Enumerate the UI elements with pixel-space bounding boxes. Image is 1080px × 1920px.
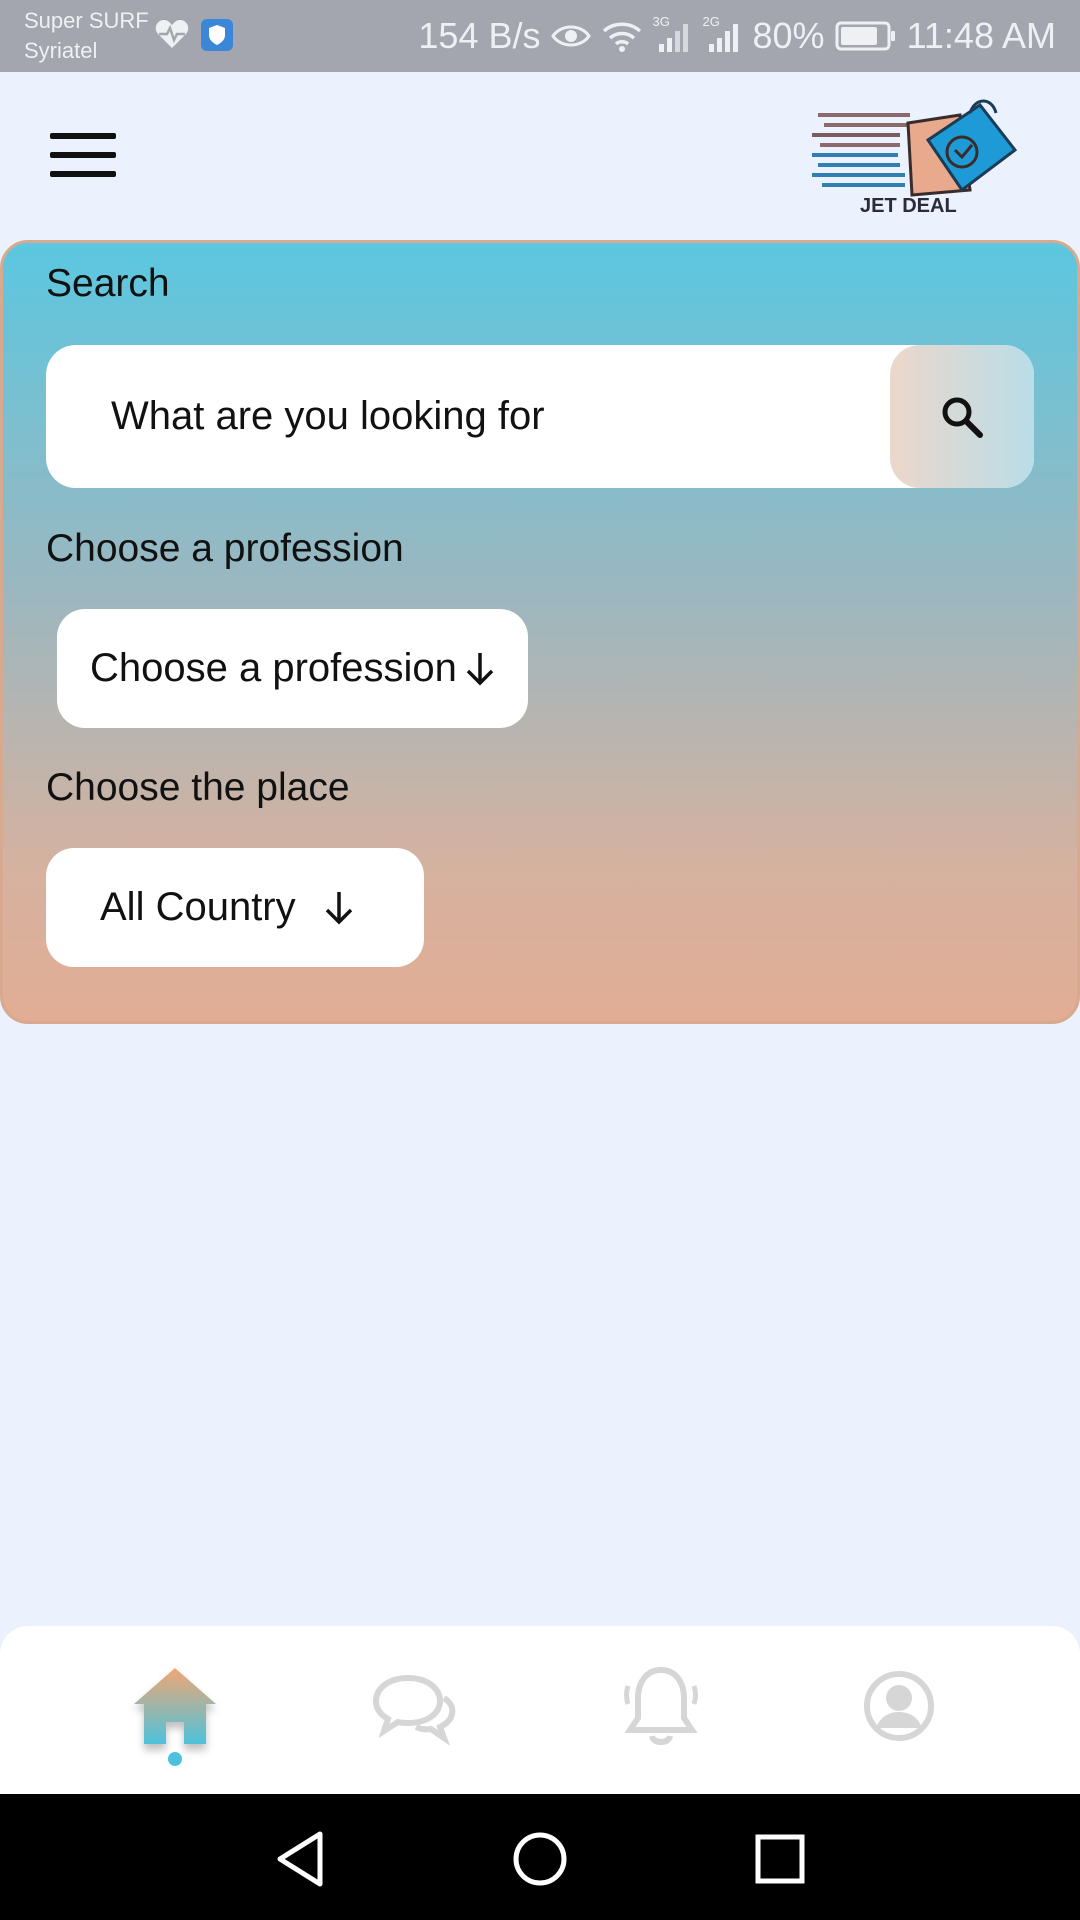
menu-button[interactable]	[48, 130, 120, 182]
recents-button[interactable]	[745, 1824, 815, 1894]
carrier-info: Super SURF Syriatel	[24, 6, 149, 66]
profession-selected: Choose a profession	[90, 646, 457, 690]
status-bar: Super SURF Syriatel 154 B/s 3G 2G 80% 11…	[0, 0, 1080, 72]
shield-app-icon	[200, 18, 234, 57]
hamburger-menu-icon	[50, 133, 116, 139]
logo-text: JET DEAL	[860, 195, 957, 217]
recents-square-icon	[755, 1834, 805, 1884]
battery-percent: 80%	[752, 15, 825, 56]
nav-profile[interactable]	[844, 1656, 954, 1766]
carrier-name: Super SURF	[24, 8, 149, 33]
battery-icon	[835, 21, 897, 51]
eye-comfort-icon	[550, 21, 591, 51]
home-circle-icon	[513, 1832, 567, 1886]
back-triangle-icon	[277, 1831, 323, 1887]
jet-deal-logo: JET DEAL	[810, 95, 1020, 220]
search-input[interactable]	[46, 345, 886, 488]
system-navigation-bar	[0, 1794, 1080, 1920]
hamburger-line	[50, 152, 116, 158]
back-button[interactable]	[268, 1824, 338, 1894]
home-system-button[interactable]	[505, 1824, 575, 1894]
wifi-icon	[601, 19, 643, 53]
bell-icon	[624, 1666, 698, 1745]
hamburger-line	[50, 171, 116, 177]
search-label: Search	[46, 262, 170, 305]
search-box	[46, 345, 1034, 488]
active-tab-indicator	[168, 1752, 182, 1766]
search-icon	[942, 397, 983, 438]
profession-dropdown[interactable]: Choose a profession	[57, 609, 528, 728]
signal-3g-icon: 3G	[653, 14, 693, 54]
arrow-down-icon	[325, 891, 352, 924]
clock: 11:48 AM	[906, 15, 1056, 56]
profile-icon	[864, 1671, 934, 1741]
status-indicators: 154 B/s 3G 2G 80% 11:48 AM	[418, 12, 1056, 60]
home-icon	[134, 1668, 216, 1744]
chat-icon	[372, 1674, 456, 1746]
arrow-down-icon	[466, 652, 494, 685]
place-dropdown[interactable]: All Country	[46, 848, 424, 967]
bottom-navigation	[0, 1626, 1080, 1794]
nav-chat[interactable]	[358, 1656, 468, 1766]
carrier-operator: Syriatel	[24, 38, 98, 63]
search-button[interactable]	[890, 345, 1034, 488]
place-selected: All Country	[100, 885, 296, 929]
network-speed: 154 B/s	[418, 15, 541, 56]
nav-home[interactable]	[120, 1656, 230, 1766]
health-heart-icon	[155, 18, 189, 55]
place-label: Choose the place	[46, 766, 350, 809]
profession-label: Choose a profession	[46, 527, 404, 570]
signal-2g-icon: 2G	[703, 14, 743, 54]
nav-notifications[interactable]	[606, 1656, 716, 1766]
